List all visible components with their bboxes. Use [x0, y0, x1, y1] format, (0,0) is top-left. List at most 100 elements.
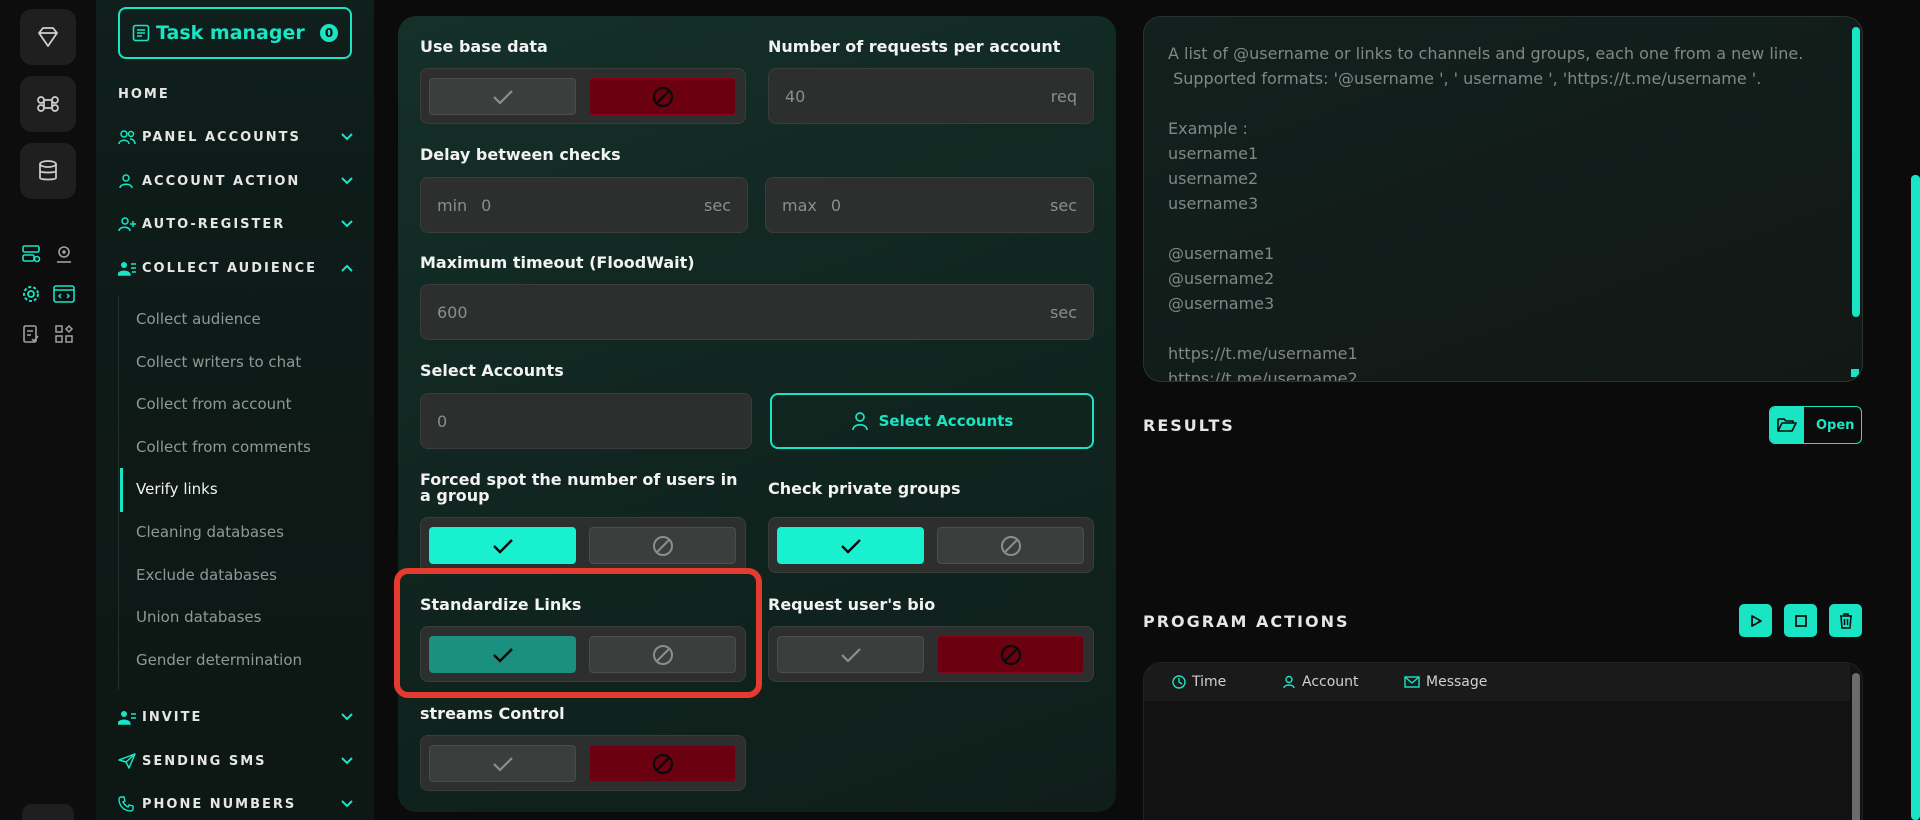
max-timeout-input[interactable]: 600 sec	[420, 284, 1094, 340]
trash-icon	[1839, 612, 1852, 629]
use-base-data-label: Use base data	[420, 37, 548, 56]
task-count-badge: 0	[320, 24, 338, 42]
log-scrollbar[interactable]	[1852, 673, 1860, 820]
user-icon	[118, 172, 136, 190]
forced-spot-no[interactable]	[589, 527, 736, 564]
nav-invite-label: INVITE	[142, 709, 203, 725]
request-bio-yes[interactable]	[777, 636, 924, 673]
check-private-yes[interactable]	[777, 527, 924, 564]
nav-phone-numbers[interactable]: PHONE NUMBERS	[118, 795, 374, 813]
submenu-collect-from-account[interactable]: Collect from account	[136, 395, 292, 413]
check-icon	[840, 647, 861, 663]
resize-handle[interactable]	[1851, 369, 1859, 377]
results-title: RESULTS	[1143, 416, 1235, 435]
nav-sending-sms-label: SENDING SMS	[142, 753, 267, 769]
page-scrollbar[interactable]	[1911, 175, 1920, 820]
submenu-guide-line	[118, 296, 119, 690]
stop-button[interactable]	[1784, 604, 1817, 637]
requests-per-account-input[interactable]: 40 req	[768, 68, 1094, 124]
clock-icon	[1172, 675, 1186, 689]
textarea-line: Example :	[1168, 119, 1248, 138]
folder-open-icon	[1770, 407, 1804, 443]
rail-bottom-button[interactable]	[22, 804, 74, 820]
block-icon	[652, 86, 673, 107]
settings-gear-icon[interactable]	[20, 283, 42, 305]
select-accounts-button-label: Select Accounts	[878, 412, 1014, 430]
use-base-data-yes[interactable]	[429, 78, 576, 115]
forced-spot-label: Forced spot the number of users in a gro…	[420, 470, 738, 505]
log-col-account-label: Account	[1302, 674, 1359, 690]
log-col-time[interactable]: Time	[1172, 674, 1226, 690]
selected-accounts-value: 0	[437, 411, 448, 431]
phone-icon	[118, 795, 136, 813]
streams-control-yes[interactable]	[429, 745, 576, 782]
submenu-collect-audience[interactable]: Collect audience	[136, 310, 261, 328]
user-invite-icon	[118, 708, 136, 726]
log-col-account[interactable]: Account	[1282, 674, 1359, 690]
streams-control-no[interactable]	[589, 745, 736, 782]
max-timeout-unit: sec	[1050, 302, 1077, 322]
nav-account-action-label: ACCOUNT ACTION	[142, 173, 301, 189]
program-actions-title: PROGRAM ACTIONS	[1143, 612, 1350, 631]
user-icon	[1283, 675, 1295, 689]
nav-home[interactable]: HOME	[118, 87, 170, 102]
submenu-collect-writers[interactable]: Collect writers to chat	[136, 353, 301, 371]
task-manager-button[interactable]: Task manager 0	[118, 7, 352, 59]
chevron-down-icon	[341, 757, 353, 765]
requests-per-account-label: Number of requests per account	[768, 37, 1061, 56]
use-base-data-toggle	[420, 68, 746, 124]
widgets-icon[interactable]	[53, 323, 75, 345]
nav-panel-accounts[interactable]: PANEL ACCOUNTS	[118, 128, 374, 146]
nav-panel-accounts-label: PANEL ACCOUNTS	[142, 129, 301, 145]
delay-max-input[interactable]: max 0 sec	[765, 177, 1094, 233]
database-icon[interactable]	[20, 143, 76, 199]
nav-home-label: HOME	[118, 87, 170, 102]
nav-auto-register[interactable]: AUTO-REGISTER	[118, 215, 374, 233]
check-icon	[492, 89, 513, 105]
chevron-up-icon	[341, 264, 353, 272]
user-location-icon[interactable]	[53, 243, 75, 265]
selected-accounts-count[interactable]: 0	[420, 393, 752, 449]
checklist-icon[interactable]	[20, 323, 42, 345]
submenu-collect-from-comments[interactable]: Collect from comments	[136, 438, 311, 456]
chevron-down-icon	[341, 220, 353, 228]
user-icon	[851, 412, 868, 431]
submenu-exclude-databases[interactable]: Exclude databases	[136, 566, 277, 584]
submenu-cleaning-databases[interactable]: Cleaning databases	[136, 523, 284, 541]
select-accounts-label: Select Accounts	[420, 361, 564, 380]
nav-sending-sms[interactable]: SENDING SMS	[118, 752, 374, 770]
block-icon	[652, 753, 673, 774]
forced-spot-yes[interactable]	[429, 527, 576, 564]
nav-invite[interactable]: INVITE	[118, 708, 374, 726]
command-icon[interactable]	[20, 76, 76, 132]
log-header: Time Account Message	[1144, 663, 1850, 701]
textarea-line: @username2	[1168, 269, 1275, 288]
textarea-line	[1168, 216, 1838, 241]
code-window-icon[interactable]	[53, 283, 75, 305]
diamond-icon[interactable]	[20, 9, 76, 65]
check-private-no[interactable]	[937, 527, 1084, 564]
nav-collect-audience[interactable]: COLLECT AUDIENCE	[118, 259, 374, 277]
nav-account-action[interactable]: ACCOUNT ACTION	[118, 172, 374, 190]
log-col-message[interactable]: Message	[1404, 674, 1487, 690]
submenu-gender-determination[interactable]: Gender determination	[136, 651, 302, 669]
server-list-icon[interactable]	[20, 243, 42, 265]
request-bio-no[interactable]	[937, 636, 1084, 673]
program-log-table: Time Account Message	[1143, 662, 1863, 820]
use-base-data-no[interactable]	[589, 78, 736, 115]
submenu-verify-links[interactable]: Verify links	[136, 480, 218, 498]
select-accounts-button[interactable]: Select Accounts	[770, 393, 1094, 449]
delay-min-unit: sec	[704, 195, 731, 215]
play-button[interactable]	[1739, 604, 1772, 637]
block-icon	[1000, 644, 1021, 665]
delay-max-unit: sec	[1050, 195, 1077, 215]
textarea-scrollbar[interactable]	[1852, 27, 1860, 317]
clear-log-button[interactable]	[1829, 604, 1862, 637]
delay-min-input[interactable]: min 0 sec	[420, 177, 748, 233]
active-indicator	[120, 468, 123, 512]
delay-min-prefix: min	[437, 195, 468, 215]
links-input-textarea[interactable]: A list of @username or links to channels…	[1143, 16, 1863, 382]
open-results-button[interactable]: Open	[1769, 406, 1862, 444]
max-timeout-label: Maximum timeout (FloodWait)	[420, 253, 695, 272]
submenu-union-databases[interactable]: Union databases	[136, 608, 261, 626]
